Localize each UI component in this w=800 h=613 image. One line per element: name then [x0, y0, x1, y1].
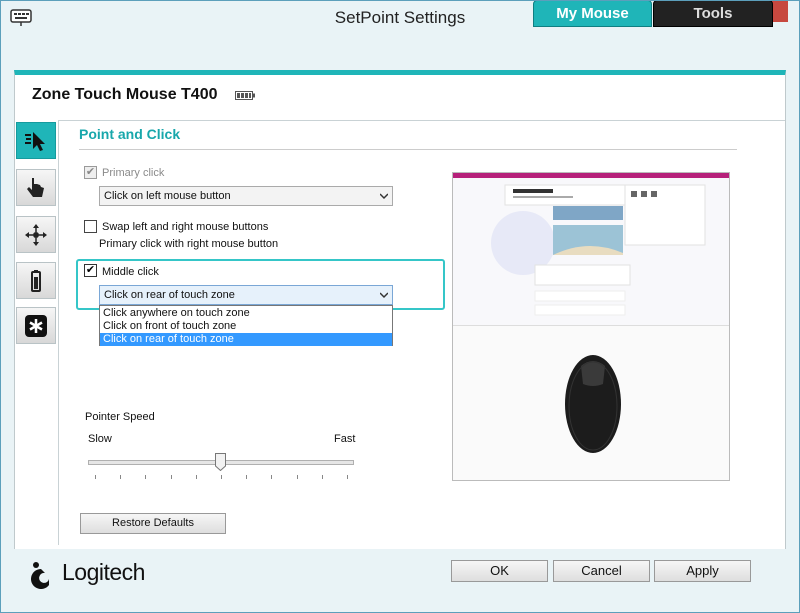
- hand-gesture-icon: [27, 177, 44, 197]
- logitech-logo-text: Logitech: [62, 559, 145, 585]
- section-title: Point and Click: [79, 126, 181, 142]
- fast-label: Fast: [334, 433, 356, 445]
- touch-mouse-illustration: [565, 355, 621, 453]
- chevron-down-icon: [380, 193, 388, 200]
- chevron-down-icon: [380, 292, 388, 299]
- setpoint-window: SetPoint Settings My Mouse Tools Zone To…: [0, 0, 800, 613]
- pointer-speed-slider-thumb[interactable]: [214, 453, 226, 471]
- primary-click-label: Primary click: [102, 167, 165, 179]
- battery-icon: [31, 269, 41, 292]
- primary-click-select[interactable]: Click on left mouse button: [99, 186, 393, 206]
- middle-click-selected: Click on rear of touch zone: [104, 289, 235, 301]
- slider-tick: [95, 475, 96, 479]
- tab-tools[interactable]: Tools: [653, 0, 773, 27]
- slider-tick: [120, 475, 122, 479]
- preview-web-page-illustration: [491, 184, 706, 316]
- pointer-speed-label: Pointer Speed: [85, 411, 155, 423]
- middle-click-label: Middle click: [102, 266, 159, 278]
- tab-my-mouse[interactable]: My Mouse: [533, 0, 652, 27]
- primary-click-selected: Click on left mouse button: [104, 190, 231, 202]
- middle-click-checkbox[interactable]: ✔: [84, 264, 97, 277]
- slider-tick: [145, 475, 147, 479]
- move-arrows-icon: [25, 223, 47, 246]
- swap-buttons-label: Swap left and right mouse buttons: [102, 221, 269, 233]
- middle-click-dropdown-list: Click anywhere on touch zone Click on fr…: [99, 305, 393, 346]
- swap-buttons-note: Primary click with right mouse button: [99, 238, 279, 250]
- battery-status-icon: [235, 91, 255, 100]
- pointer-icon: [25, 131, 45, 151]
- logitech-logo-icon: [31, 562, 49, 589]
- slider-tick: [321, 475, 323, 479]
- dropdown-option-selected[interactable]: Click on rear of touch zone: [100, 333, 392, 346]
- apply-button[interactable]: Apply: [654, 560, 751, 582]
- ok-button[interactable]: OK: [451, 560, 548, 582]
- middle-click-select[interactable]: Click on rear of touch zone: [99, 285, 393, 305]
- slow-label: Slow: [88, 433, 112, 445]
- side-nav-battery[interactable]: [16, 262, 56, 299]
- side-nav-point-and-click[interactable]: [16, 122, 56, 159]
- slider-tick: [170, 475, 172, 479]
- slider-tick: [221, 475, 222, 479]
- dropdown-option[interactable]: Click anywhere on touch zone: [100, 307, 392, 320]
- slider-tick: [347, 475, 348, 479]
- cancel-button[interactable]: Cancel: [553, 560, 650, 582]
- slider-tick: [195, 475, 197, 479]
- primary-click-checkbox[interactable]: ✔: [84, 166, 97, 179]
- preview-mouse-photo: [453, 326, 729, 480]
- restore-defaults-button[interactable]: Restore Defaults: [80, 513, 226, 534]
- slider-tick: [271, 475, 273, 479]
- settings-asterisk-icon: [25, 314, 47, 337]
- side-nav-pointer-motion[interactable]: [16, 216, 56, 253]
- dropdown-option[interactable]: Click on front of touch zone: [100, 320, 392, 333]
- section-divider: [79, 149, 737, 150]
- mouse-preview-image: [452, 172, 730, 481]
- side-nav-gestures[interactable]: [16, 169, 56, 206]
- slider-tick: [296, 475, 298, 479]
- preview-header-bar: [453, 173, 729, 178]
- swap-buttons-checkbox[interactable]: [84, 220, 97, 233]
- device-name: Zone Touch Mouse T400: [32, 86, 218, 103]
- side-nav-advanced[interactable]: [16, 307, 56, 344]
- preview-screen-illustration: [453, 173, 729, 326]
- slider-tick: [246, 475, 248, 479]
